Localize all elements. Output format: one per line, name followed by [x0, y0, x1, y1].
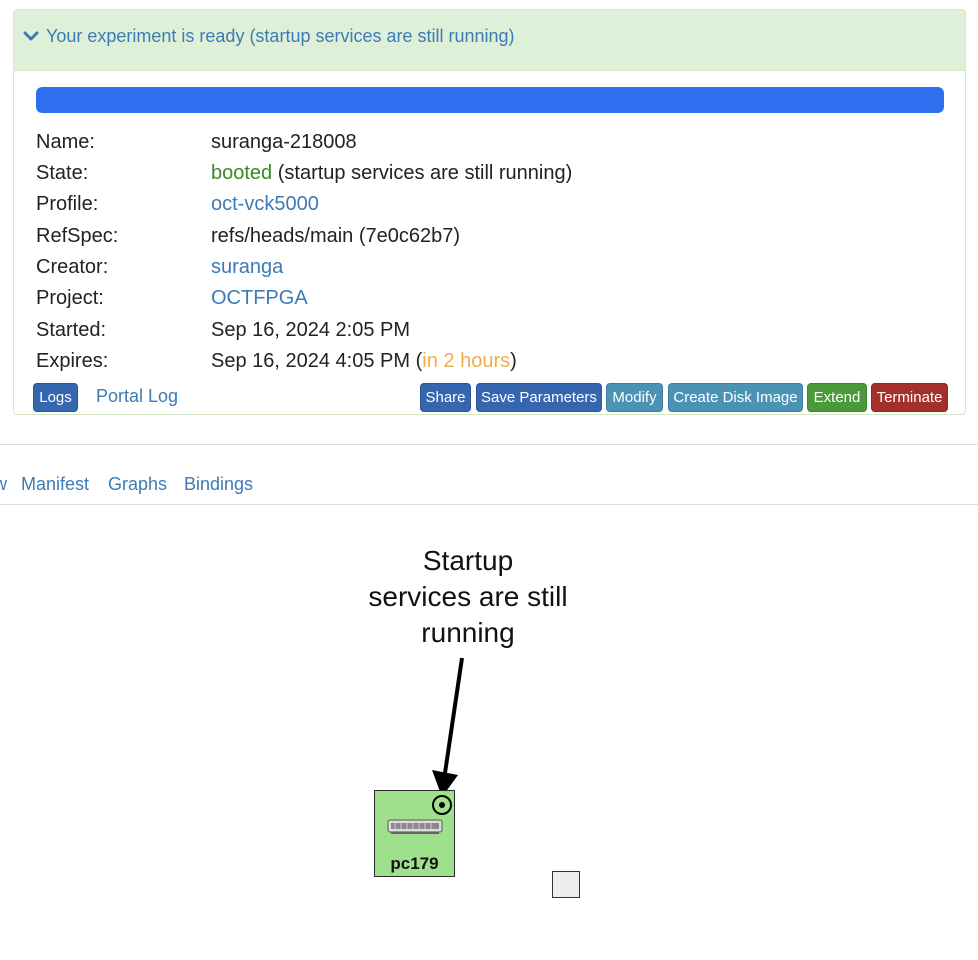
name-value: suranga-218008 [211, 131, 357, 153]
portal-log-link[interactable]: Portal Log [96, 386, 178, 407]
node-pc179[interactable]: pc179 [374, 790, 455, 877]
profile-link[interactable]: oct-vck5000 [211, 193, 319, 216]
terminate-button[interactable]: Terminate [871, 383, 948, 412]
panel-heading[interactable]: Your experiment is ready (startup servic… [14, 10, 965, 71]
expires-value: Sep 16, 2024 4:05 PM (in 2 hours) [211, 350, 517, 373]
state-value: booted (startup services are still runni… [211, 162, 572, 185]
progress-bar-fill [36, 87, 944, 113]
save-parameters-button[interactable]: Save Parameters [476, 383, 602, 412]
state-suffix: (startup services are still running) [272, 162, 573, 184]
server-icon [387, 819, 443, 834]
section-divider [0, 444, 978, 445]
lan-node[interactable] [552, 871, 580, 898]
create-disk-image-button[interactable]: Create Disk Image [668, 383, 803, 412]
refspec-label: RefSpec: [36, 225, 119, 247]
experiment-status-panel: Your experiment is ready (startup servic… [13, 9, 966, 415]
expires-label: Expires: [36, 350, 109, 372]
logs-button[interactable]: Logs [33, 383, 78, 412]
creator-link[interactable]: suranga [211, 256, 283, 279]
share-button[interactable]: Share [420, 383, 471, 412]
started-label: Started: [36, 319, 107, 341]
started-value: Sep 16, 2024 2:05 PM [211, 319, 411, 341]
progress-bar [36, 87, 944, 113]
chevron-down-icon[interactable] [23, 28, 39, 44]
panel-title: Your experiment is ready (startup servic… [46, 26, 515, 46]
expires-paren-open: ( [410, 350, 423, 372]
tabs-divider [0, 504, 978, 505]
refspec-value: refs/heads/main (7e0c62b7) [211, 225, 461, 247]
profile-label: Profile: [36, 193, 99, 215]
modify-button[interactable]: Modify [606, 383, 663, 412]
state-label: State: [36, 162, 89, 184]
tab-manifest[interactable]: Manifest [21, 474, 89, 495]
project-label: Project: [36, 287, 104, 309]
annotation-arrow [432, 657, 464, 797]
extend-button[interactable]: Extend [807, 383, 867, 412]
node-label: pc179 [390, 854, 439, 873]
expires-date: Sep 16, 2024 4:05 PM [211, 350, 411, 372]
expires-paren-close: ) [510, 350, 517, 372]
tab-truncated[interactable]: w [0, 474, 7, 495]
state-booted: booted [211, 162, 273, 184]
startup-status-icon[interactable] [431, 794, 453, 816]
startup-annotation: Startup services are still running [368, 545, 568, 648]
tab-graphs[interactable]: Graphs [108, 474, 167, 495]
tab-bindings[interactable]: Bindings [184, 474, 253, 495]
project-link[interactable]: OCTFPGA [211, 287, 308, 310]
creator-label: Creator: [36, 256, 109, 278]
expires-relative: in 2 hours [422, 350, 511, 372]
name-label: Name: [36, 131, 95, 153]
